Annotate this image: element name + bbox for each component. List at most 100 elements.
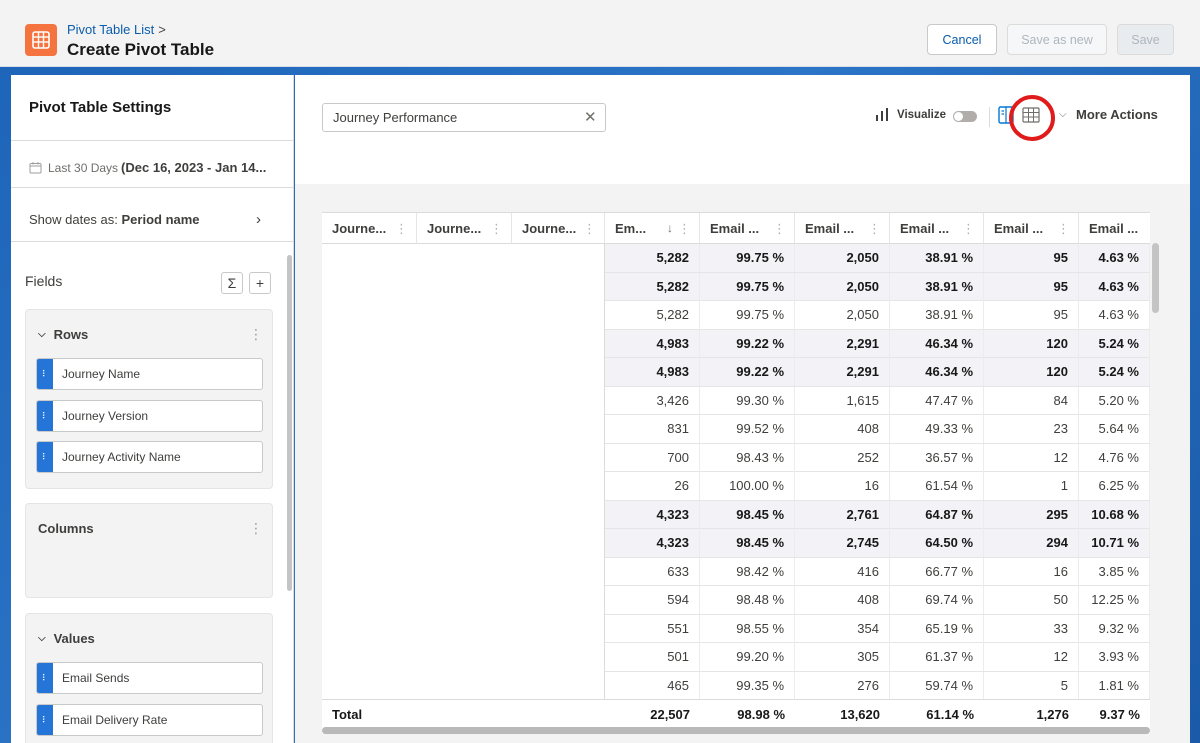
table-cell: 12.25 % [1079,586,1150,614]
pivot-main-area: ✕ Visualize ⌵ More Actions Journe...⋮Jou… [295,75,1190,743]
subtotal-row: 4,323 98.45 % 2,745 64.50 % 294 10.71 % [605,529,1150,558]
subtotal-row: 5,282 99.75 % 2,050 38.91 % 95 4.63 % [605,244,1150,273]
table-cell: 2,745 [795,529,890,557]
column-menu-icon[interactable]: ⋮ [395,213,408,244]
date-range-value: (Dec 16, 2023 - Jan 14... [121,160,267,175]
report-toolbar: ✕ Visualize ⌵ More Actions [295,75,1190,184]
save-button[interactable]: Save [1117,24,1174,55]
highlight-annotation-circle [1009,95,1055,141]
table-cell: 4,323 [605,500,700,529]
field-pill[interactable]: ⠇ Journey Version [36,400,263,432]
table-cell: 33 [984,614,1079,643]
table-cell: 120 [984,329,1079,358]
table-cell: 99.30 % [700,386,795,415]
add-field-icon[interactable]: + [249,272,271,294]
drag-handle-icon[interactable]: ⠇ [37,401,53,431]
sigma-icon[interactable]: Σ [221,272,243,294]
pivot-table-grid: Journe... ⋮ Journe... ⋮ Journe... ⋮ Em... ↓ ⋮ Ema… [322,212,1150,733]
table-cell: 633 [605,557,700,586]
more-options-icon[interactable]: ⋮ [249,326,263,343]
column-header[interactable]: Email ...⋮ [700,213,795,244]
chevron-right-icon[interactable]: › [256,211,261,228]
field-pill[interactable]: ⠇ Email Sends [36,662,263,694]
table-cell: 3,426 [605,386,700,415]
table-cell: 95 [984,301,1079,329]
column-menu-icon[interactable]: ⋮ [490,213,503,244]
table-cell: 252 [795,443,890,472]
grid-vertical-scrollbar[interactable] [1152,243,1159,313]
table-cell: 4.63 % [1079,272,1150,301]
table-cell: 98.43 % [700,443,795,472]
column-header[interactable]: Journe... ⋮ [417,213,512,244]
save-as-new-button[interactable]: Save as new [1007,24,1107,55]
drag-handle-icon[interactable]: ⠇ [37,663,53,693]
table-cell: 38.91 % [890,244,984,272]
rows-title: Rows [53,327,89,342]
field-pill[interactable]: ⠇ Journey Name [36,358,263,390]
rows-header[interactable]: ⌵ Rows [38,327,88,342]
table-row: 5,282 99.75 % 2,050 38.91 % 95 4.63 % [605,301,1150,330]
visualize-toggle[interactable] [953,111,977,122]
table-cell: 4.76 % [1079,443,1150,472]
column-menu-icon[interactable]: ⋮ [1057,213,1070,244]
table-cell: 12 [984,643,1079,671]
column-menu-icon[interactable]: ⋮ [773,213,786,244]
date-range-selector[interactable]: Last 30 Days (Dec 16, 2023 - Jan 14... [29,160,266,175]
show-dates-label: Show dates as: [29,212,118,227]
total-cell: 13,620 [840,707,880,722]
field-pill[interactable]: ⠇ Journey Activity Name [36,441,263,473]
more-options-icon[interactable]: ⋮ [249,520,263,537]
field-pill-label: Journey Activity Name [62,450,181,464]
cancel-button[interactable]: Cancel [927,24,997,55]
column-header[interactable]: Email ...⋮ [890,213,984,244]
chevron-down-icon: ⌵ [38,633,46,644]
columns-drop-zone[interactable]: Columns ⋮ [25,503,273,598]
table-row: 3,426 99.30 % 1,615 47.47 % 84 5.20 % [605,386,1150,415]
column-menu-icon[interactable]: ⋮ [678,213,691,244]
page-title: Create Pivot Table [67,40,215,59]
table-cell: 700 [605,443,700,472]
drag-handle-icon[interactable]: ⠇ [37,705,53,735]
column-menu-icon[interactable]: ⋮ [962,213,975,244]
total-row: Total 22,507 98.98 % 13,620 61.14 % 1,276 9.37… [322,699,1150,729]
table-cell: 46.34 % [890,358,984,386]
table-cell: 1.81 % [1079,671,1150,700]
column-menu-icon[interactable]: ⋮ [583,213,596,244]
drag-handle-icon[interactable]: ⠇ [37,442,53,472]
column-header[interactable]: Email ...⋮ [984,213,1079,244]
drag-handle-icon[interactable]: ⠇ [37,359,53,389]
column-menu-icon[interactable]: ⋮ [868,213,881,244]
columns-header: Columns [38,521,94,536]
table-cell: 84 [984,386,1079,415]
values-title: Values [53,631,95,646]
column-header[interactable]: Em... ↓ ⋮ [605,213,700,244]
table-cell: 551 [605,614,700,643]
field-pill[interactable]: ⠇ Email Delivery Rate [36,704,263,736]
field-pill-label: Email Sends [62,671,130,685]
chevron-down-icon[interactable]: ⌵ [1059,109,1067,120]
calendar-icon [29,162,42,174]
divider [989,107,990,127]
table-cell: 294 [984,529,1079,557]
fields-label: Fields [25,273,63,289]
rows-drop-zone[interactable]: ⌵ Rows ⋮ ⠇ Journey Name ⠇ Journey Versio… [25,309,273,489]
show-dates-as-setting[interactable]: Show dates as: Period name [29,212,200,227]
table-cell: 2,291 [795,358,890,386]
table-cell: 38.91 % [890,301,984,329]
column-header[interactable]: Journe... ⋮ [322,213,417,244]
panel-scrollbar[interactable] [287,255,292,591]
bar-chart-icon [876,108,888,121]
sort-descending-icon[interactable]: ↓ [667,213,673,244]
more-actions-button[interactable]: More Actions [1076,107,1158,122]
breadcrumb-link-pivot-table-list[interactable]: Pivot Table List [67,22,154,37]
table-cell: 23 [984,415,1079,443]
column-header[interactable]: Email ...⋮ [1079,213,1150,244]
column-header[interactable]: Journe... ⋮ [512,213,605,244]
grid-horizontal-scrollbar[interactable] [322,727,1150,734]
report-title-input[interactable] [322,103,606,132]
table-cell: 100.00 % [700,472,795,500]
column-header[interactable]: Email ...⋮ [795,213,890,244]
values-header[interactable]: ⌵ Values [38,631,95,646]
clear-icon[interactable]: ✕ [584,108,597,126]
values-drop-zone[interactable]: ⌵ Values ⠇ Email Sends ⠇ Email Delivery … [25,613,273,743]
